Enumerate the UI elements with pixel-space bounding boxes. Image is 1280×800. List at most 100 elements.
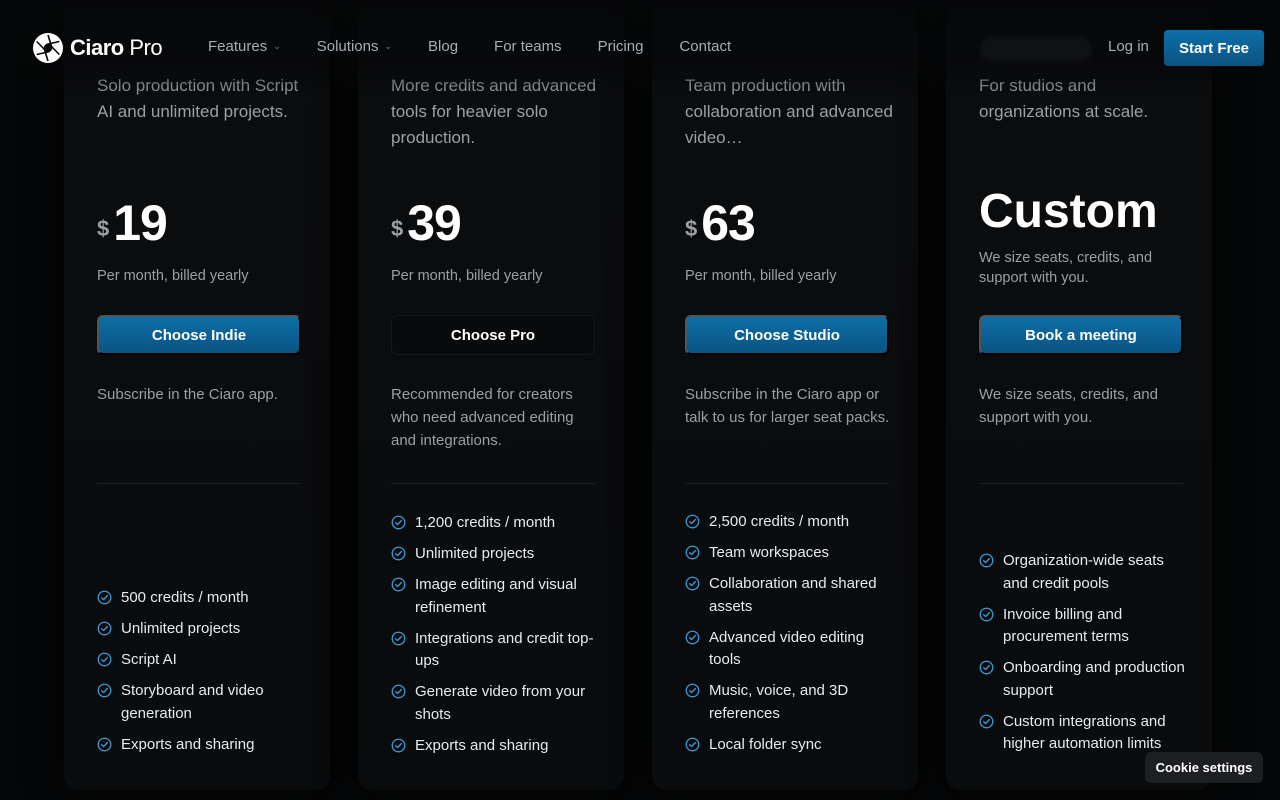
plan-price: $ 63 xyxy=(685,195,756,251)
choose-indie-button[interactable]: Choose Indie xyxy=(97,315,301,355)
check-circle-icon xyxy=(979,660,994,675)
feature-text: Music, voice, and 3D references xyxy=(709,682,849,722)
nav-label: Contact xyxy=(679,38,732,55)
feature-text: Advanced video editing tools xyxy=(709,628,865,669)
check-circle-icon xyxy=(391,515,406,530)
feature-item: Invoice billing and procurement terms xyxy=(979,604,1189,649)
nav-solutions[interactable]: Solutions ⌄ xyxy=(317,38,392,55)
plan-note: Recommended for creators who need advanc… xyxy=(391,386,574,449)
chevron-down-icon: ⌄ xyxy=(273,41,281,51)
feature-text: Unlimited projects xyxy=(415,545,535,562)
nav-label: Solutions xyxy=(316,38,379,55)
choose-pro-button[interactable]: Choose Pro xyxy=(391,315,595,355)
login-link[interactable]: Log in xyxy=(1108,38,1149,55)
feature-item: Unlimited projects xyxy=(391,543,601,566)
plan-note: Subscribe in the Ciaro app. xyxy=(97,386,278,403)
price-amount: 63 xyxy=(701,195,756,251)
check-circle-icon xyxy=(97,737,112,751)
feature-text: Custom integrations and higher automatio… xyxy=(1003,712,1166,753)
check-circle-icon xyxy=(97,652,112,667)
divider xyxy=(97,483,301,484)
feature-list: 1,200 credits / month Unlimited projects… xyxy=(391,512,601,766)
feature-item: Team workspaces xyxy=(685,542,895,565)
check-circle-icon xyxy=(391,631,406,645)
divider xyxy=(685,483,889,484)
plan-card-indie: Solo production with Script AI and unlim… xyxy=(64,0,330,790)
site-header: Ciaro Pro Features ⌄ Solutions ⌄ Blog For … xyxy=(0,0,1280,96)
currency-symbol: $ xyxy=(391,216,404,241)
plan-price: $ 39 xyxy=(391,195,462,251)
feature-item: Advanced video editing tools xyxy=(685,627,895,672)
check-circle-icon xyxy=(685,514,700,529)
book-meeting-button[interactable]: Book a meeting xyxy=(979,315,1183,355)
nav-blog[interactable]: Blog xyxy=(428,38,458,55)
feature-text: 2,500 credits / month xyxy=(709,513,850,530)
plan-card-enterprise: For studios and organizations at scale. … xyxy=(946,0,1212,790)
cookie-settings-button[interactable]: Cookie settings xyxy=(1145,752,1263,783)
feature-text: 1,200 credits / month xyxy=(415,514,556,531)
check-circle-icon xyxy=(391,577,406,592)
price-amount: 19 xyxy=(113,195,168,251)
nav-features[interactable]: Features ⌄ xyxy=(208,38,281,55)
feature-text: Unlimited projects xyxy=(121,620,241,637)
price-amount: 39 xyxy=(407,195,462,251)
feature-item: Exports and sharing xyxy=(97,734,307,757)
feature-item: Music, voice, and 3D references xyxy=(685,680,895,725)
currency-symbol: $ xyxy=(97,216,110,241)
check-circle-icon xyxy=(685,737,700,751)
feature-item: 1,200 credits / month xyxy=(391,512,601,535)
check-circle-icon xyxy=(979,607,994,621)
feature-text: Invoice billing and procurement terms xyxy=(1003,605,1129,646)
price-custom: Custom xyxy=(979,185,1158,238)
feature-item: Onboarding and production support xyxy=(979,657,1189,702)
feature-list: Organization-wide seats and credit pools… xyxy=(979,550,1189,764)
feature-item: Local folder sync xyxy=(685,734,895,757)
feature-text: Exports and sharing xyxy=(121,735,255,753)
check-circle-icon xyxy=(97,683,112,698)
check-circle-icon xyxy=(685,683,700,698)
feature-text: Organization-wide seats and credit pools xyxy=(1003,552,1164,592)
feature-item: Storyboard and video generation xyxy=(97,680,307,725)
feature-item: Custom integrations and higher automatio… xyxy=(979,711,1189,756)
feature-text: 500 credits / month xyxy=(121,589,249,606)
check-circle-icon xyxy=(979,714,994,728)
plan-card-pro: More credits and advanced tools for heav… xyxy=(358,0,624,790)
plan-card-studio: Team production with collaboration and a… xyxy=(652,0,918,790)
logo-text: Ciaro Pro xyxy=(70,35,163,61)
aperture-logo-icon xyxy=(33,33,63,63)
divider xyxy=(391,483,595,484)
feature-item: Unlimited projects xyxy=(97,618,307,641)
logo-brand: Ciaro xyxy=(70,35,124,60)
nav-for-teams[interactable]: For teams xyxy=(494,38,562,55)
billing-period: Per month, billed yearly xyxy=(685,268,837,284)
nav-label: Pricing xyxy=(597,38,644,55)
start-free-button[interactable]: Start Free xyxy=(1164,30,1264,66)
logo[interactable]: Ciaro Pro xyxy=(32,32,163,64)
choose-studio-button[interactable]: Choose Studio xyxy=(685,315,889,355)
nav-contact[interactable]: Contact xyxy=(679,38,731,55)
nav-pricing[interactable]: Pricing xyxy=(598,38,644,55)
feature-text: Script AI xyxy=(121,651,177,668)
check-circle-icon xyxy=(685,576,700,591)
plan-note: We size seats, credits, and support with… xyxy=(979,386,1158,426)
check-circle-icon xyxy=(391,738,406,752)
logo-suffix: Pro xyxy=(129,35,163,60)
feature-text: Collaboration and shared assets xyxy=(709,575,877,615)
plan-note: Subscribe in the Ciaro app or talk to us… xyxy=(685,386,890,426)
check-circle-icon xyxy=(979,553,994,568)
nav-label: Features xyxy=(208,38,268,55)
feature-text: Onboarding and production support xyxy=(1003,659,1185,699)
currency-symbol: $ xyxy=(685,216,698,241)
feature-item: 2,500 credits / month xyxy=(685,511,895,534)
check-circle-icon xyxy=(97,590,112,605)
feature-text: Team workspaces xyxy=(709,544,830,561)
feature-text: Storyboard and video generation xyxy=(121,682,264,722)
feature-item: Organization-wide seats and credit pools xyxy=(979,550,1189,595)
check-circle-icon xyxy=(391,684,406,699)
feature-text: Image editing and visual refinement xyxy=(415,576,577,616)
check-circle-icon xyxy=(685,630,700,644)
feature-list: 2,500 credits / month Team workspaces Co… xyxy=(685,511,895,765)
feature-list: 500 credits / month Unlimited projects S… xyxy=(97,587,307,765)
feature-item: Integrations and credit top-ups xyxy=(391,628,601,673)
feature-item: Script AI xyxy=(97,649,307,672)
